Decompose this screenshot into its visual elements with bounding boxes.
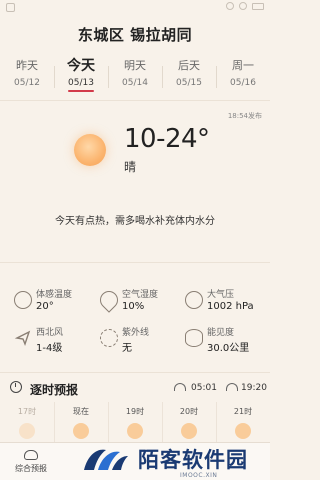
hourly-forecast[interactable]: 17时 现在 19时 20时 21时	[0, 402, 270, 442]
metric-value: 30.0公里	[207, 343, 250, 354]
metric-value: 1002 hPa	[207, 301, 254, 312]
metric-label: 西北风	[36, 328, 64, 338]
watermark-subtext: IMOOC.XIN	[180, 472, 218, 479]
metric-value: 10%	[122, 301, 145, 312]
watermark-logo-icon	[84, 449, 128, 470]
status-bar	[0, 0, 270, 16]
publish-time: 18:54发布	[227, 112, 262, 120]
hourly-title: 逐时预报	[30, 383, 79, 397]
divider	[0, 262, 270, 263]
cloud-icon	[24, 450, 38, 460]
day-date: 05/14	[122, 78, 148, 88]
day-name: 明天	[124, 59, 146, 72]
divider	[0, 100, 270, 101]
metric-value: 20°	[36, 301, 54, 312]
weather-advice: 今天有点热，需多喝水补充体内水分	[55, 216, 215, 227]
metric-wind: 西北风 1-4级	[14, 325, 104, 354]
metric-label: 紫外线	[122, 328, 150, 338]
metric-uv: 紫外线 无	[100, 325, 190, 354]
watermark-text: 陌客软件园	[138, 448, 248, 472]
humidity-icon	[96, 287, 122, 313]
temperature-range: 10-24°	[124, 124, 210, 154]
metric-label: 能见度	[207, 328, 235, 338]
day-name: 昨天	[16, 59, 38, 72]
sunrise-icon	[174, 383, 186, 391]
hourly-time: 21时	[233, 407, 253, 416]
sunset-icon	[226, 383, 238, 391]
metric-label: 大气压	[207, 290, 235, 300]
hourly-time: 现在	[73, 407, 89, 416]
tab-today[interactable]: 今天 05/13	[54, 58, 108, 92]
metric-visibility: 能见度 30.0公里	[185, 325, 275, 354]
status-icons	[226, 2, 264, 10]
hourly-item: 21时	[216, 402, 270, 442]
location-title[interactable]: 东城区 锡拉胡同	[0, 24, 270, 45]
metric-feels-like: 体感温度 20°	[14, 287, 104, 315]
hourly-item: 17时	[0, 402, 54, 442]
tab-monday[interactable]: 周一 05/16	[216, 58, 270, 88]
metric-value: 无	[122, 343, 132, 354]
pressure-icon	[185, 291, 203, 309]
sunset-time: 19:20	[241, 383, 267, 393]
weather-condition: 晴	[124, 160, 137, 174]
day-date: 05/16	[230, 78, 256, 88]
battery-icon	[252, 2, 264, 10]
notification-icon	[6, 3, 15, 12]
hourly-time: 17时	[17, 407, 37, 416]
signal-icon	[226, 2, 234, 10]
tab-day-after-tomorrow[interactable]: 后天 05/15	[162, 58, 216, 88]
day-name: 周一	[232, 59, 254, 72]
sun-icon	[73, 423, 89, 439]
divider	[0, 372, 270, 373]
tab-overview[interactable]: 综合预报	[0, 443, 62, 480]
day-date: 05/13	[68, 78, 94, 88]
day-name: 后天	[178, 59, 200, 72]
watermark: 陌客软件园 IMOOC.XIN	[80, 444, 266, 480]
visibility-icon	[185, 329, 203, 347]
hourly-item: 现在	[54, 402, 108, 442]
sun-icon	[19, 423, 35, 439]
sunrise-time: 05:01	[191, 383, 217, 393]
metric-humidity: 空气湿度 10%	[96, 287, 190, 315]
metric-value: 1-4级	[36, 343, 63, 354]
metric-label: 空气湿度	[122, 290, 159, 300]
thermometer-icon	[14, 291, 32, 309]
day-date: 05/15	[176, 78, 202, 88]
metric-label: 体感温度	[36, 290, 73, 300]
hourly-item: 20时	[162, 402, 216, 442]
day-name: 今天	[67, 58, 95, 74]
tab-label: 综合预报	[15, 464, 47, 473]
day-date: 05/12	[14, 78, 40, 88]
sun-icon	[127, 423, 143, 439]
sun-icon	[74, 134, 106, 166]
active-tab-indicator	[68, 90, 94, 92]
metric-pressure: 大气压 1002 hPa	[185, 287, 275, 315]
clock-icon	[10, 381, 22, 393]
wind-icon	[14, 329, 32, 347]
hourly-time: 20时	[179, 407, 199, 416]
day-tabs: 昨天 05/12 今天 05/13 明天 05/14 后天 05/15 周一 0…	[0, 58, 270, 94]
sun-icon	[181, 423, 197, 439]
tab-tomorrow[interactable]: 明天 05/14	[108, 58, 162, 88]
uv-icon	[100, 329, 118, 347]
hourly-item: 19时	[108, 402, 162, 442]
sun-icon	[235, 423, 251, 439]
hourly-time: 19时	[125, 407, 145, 416]
wifi-icon	[239, 2, 247, 10]
tab-yesterday[interactable]: 昨天 05/12	[0, 58, 54, 88]
